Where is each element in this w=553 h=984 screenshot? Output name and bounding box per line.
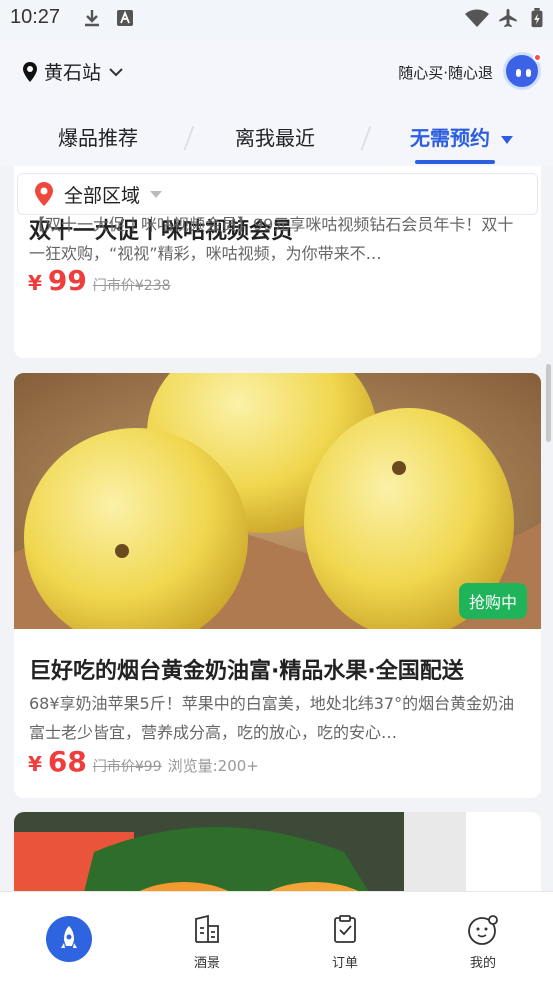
- chevron-down-icon: [109, 67, 123, 76]
- nav-label: 酒景: [193, 956, 220, 971]
- view-count: 浏览量:200+: [167, 757, 259, 775]
- product-card[interactable]: 抢购中 巨好吃的烟台黄金奶油富·精品水果·全国配送 68¥享奶油苹果5斤！苹果中…: [14, 373, 541, 798]
- original-price: 门市价¥238: [92, 278, 171, 294]
- rocket-icon: [46, 916, 92, 962]
- smiley-icon: [468, 915, 498, 945]
- location-pin-icon: [23, 61, 37, 82]
- dropdown-caret-icon: [150, 190, 163, 198]
- caret-down-icon: [500, 135, 513, 144]
- tab-no-reservation[interactable]: 无需预约: [410, 122, 513, 151]
- download-icon: [85, 10, 99, 27]
- tab-hot-recommend[interactable]: 爆品推荐: [58, 122, 138, 151]
- status-bar: 10:27: [0, 0, 553, 38]
- sale-price: 68: [47, 745, 87, 778]
- bottom-navigation: 酒景 订单 我的: [0, 891, 553, 984]
- currency-symbol: ¥: [28, 752, 42, 776]
- product-card[interactable]: [14, 812, 541, 891]
- sale-price: 99: [47, 264, 87, 297]
- building-icon: [195, 914, 219, 943]
- currency-symbol: ¥: [28, 271, 42, 295]
- map-pin-icon: [35, 182, 53, 206]
- category-tabs: 爆品推荐 离我最近 无需预约: [0, 112, 553, 164]
- nav-profile[interactable]: 我的: [414, 892, 552, 984]
- tab-no-reservation-label: 无需预约: [410, 126, 490, 150]
- slogan-text: 随心买·随心退: [398, 64, 493, 82]
- region-label: 全部区域: [64, 184, 141, 207]
- clipboard-icon: [334, 915, 356, 943]
- airplane-icon: [499, 8, 517, 28]
- card-description: 【双十一大促丨咪咕视频会员】99元享咪咕视频钻石会员年卡！双十一狂欢购，“视视”…: [29, 215, 514, 263]
- notification-dot: [533, 53, 542, 62]
- price-row: ¥ 68 门市价¥99 浏览量:200+: [28, 745, 259, 778]
- tab-nearest[interactable]: 离我最近: [235, 122, 315, 151]
- card-title: 巨好吃的烟台黄金奶油富·精品水果·全国配送: [29, 659, 464, 684]
- nav-label: 订单: [331, 956, 358, 971]
- status-time: 10:27: [10, 6, 61, 28]
- tab-divider: [360, 126, 372, 150]
- location-selector[interactable]: 黄石站: [22, 58, 129, 85]
- region-filter[interactable]: 全部区域: [17, 173, 538, 215]
- card-description: 68¥享奶油苹果5斤！苹果中的白富美，地处北纬37°的烟台黄金奶油富士老少皆宜，…: [29, 694, 515, 742]
- original-price: 门市价¥99: [92, 759, 162, 775]
- nav-orders[interactable]: 订单: [276, 892, 414, 984]
- flash-sale-badge: 抢购中: [458, 583, 527, 619]
- font-icon: [117, 10, 133, 26]
- scrollbar[interactable]: [546, 364, 551, 442]
- customer-service-robot-icon[interactable]: [503, 52, 542, 90]
- nav-home[interactable]: [0, 892, 138, 984]
- location-name: 黄石站: [44, 62, 102, 84]
- product-image: [14, 812, 466, 891]
- active-tab-indicator: [415, 160, 495, 164]
- wifi-icon: [465, 9, 489, 27]
- price-row: ¥ 99 门市价¥238: [28, 264, 171, 297]
- nav-hotel-scenic[interactable]: 酒景: [138, 892, 276, 984]
- nav-label: 我的: [469, 956, 496, 971]
- product-feed[interactable]: 双十一大促丨咪咕视频会员 【双十一大促丨咪咕视频会员】99元享咪咕视频钻石会员年…: [0, 166, 553, 891]
- tab-divider: [183, 126, 195, 150]
- battery-icon: [531, 8, 543, 28]
